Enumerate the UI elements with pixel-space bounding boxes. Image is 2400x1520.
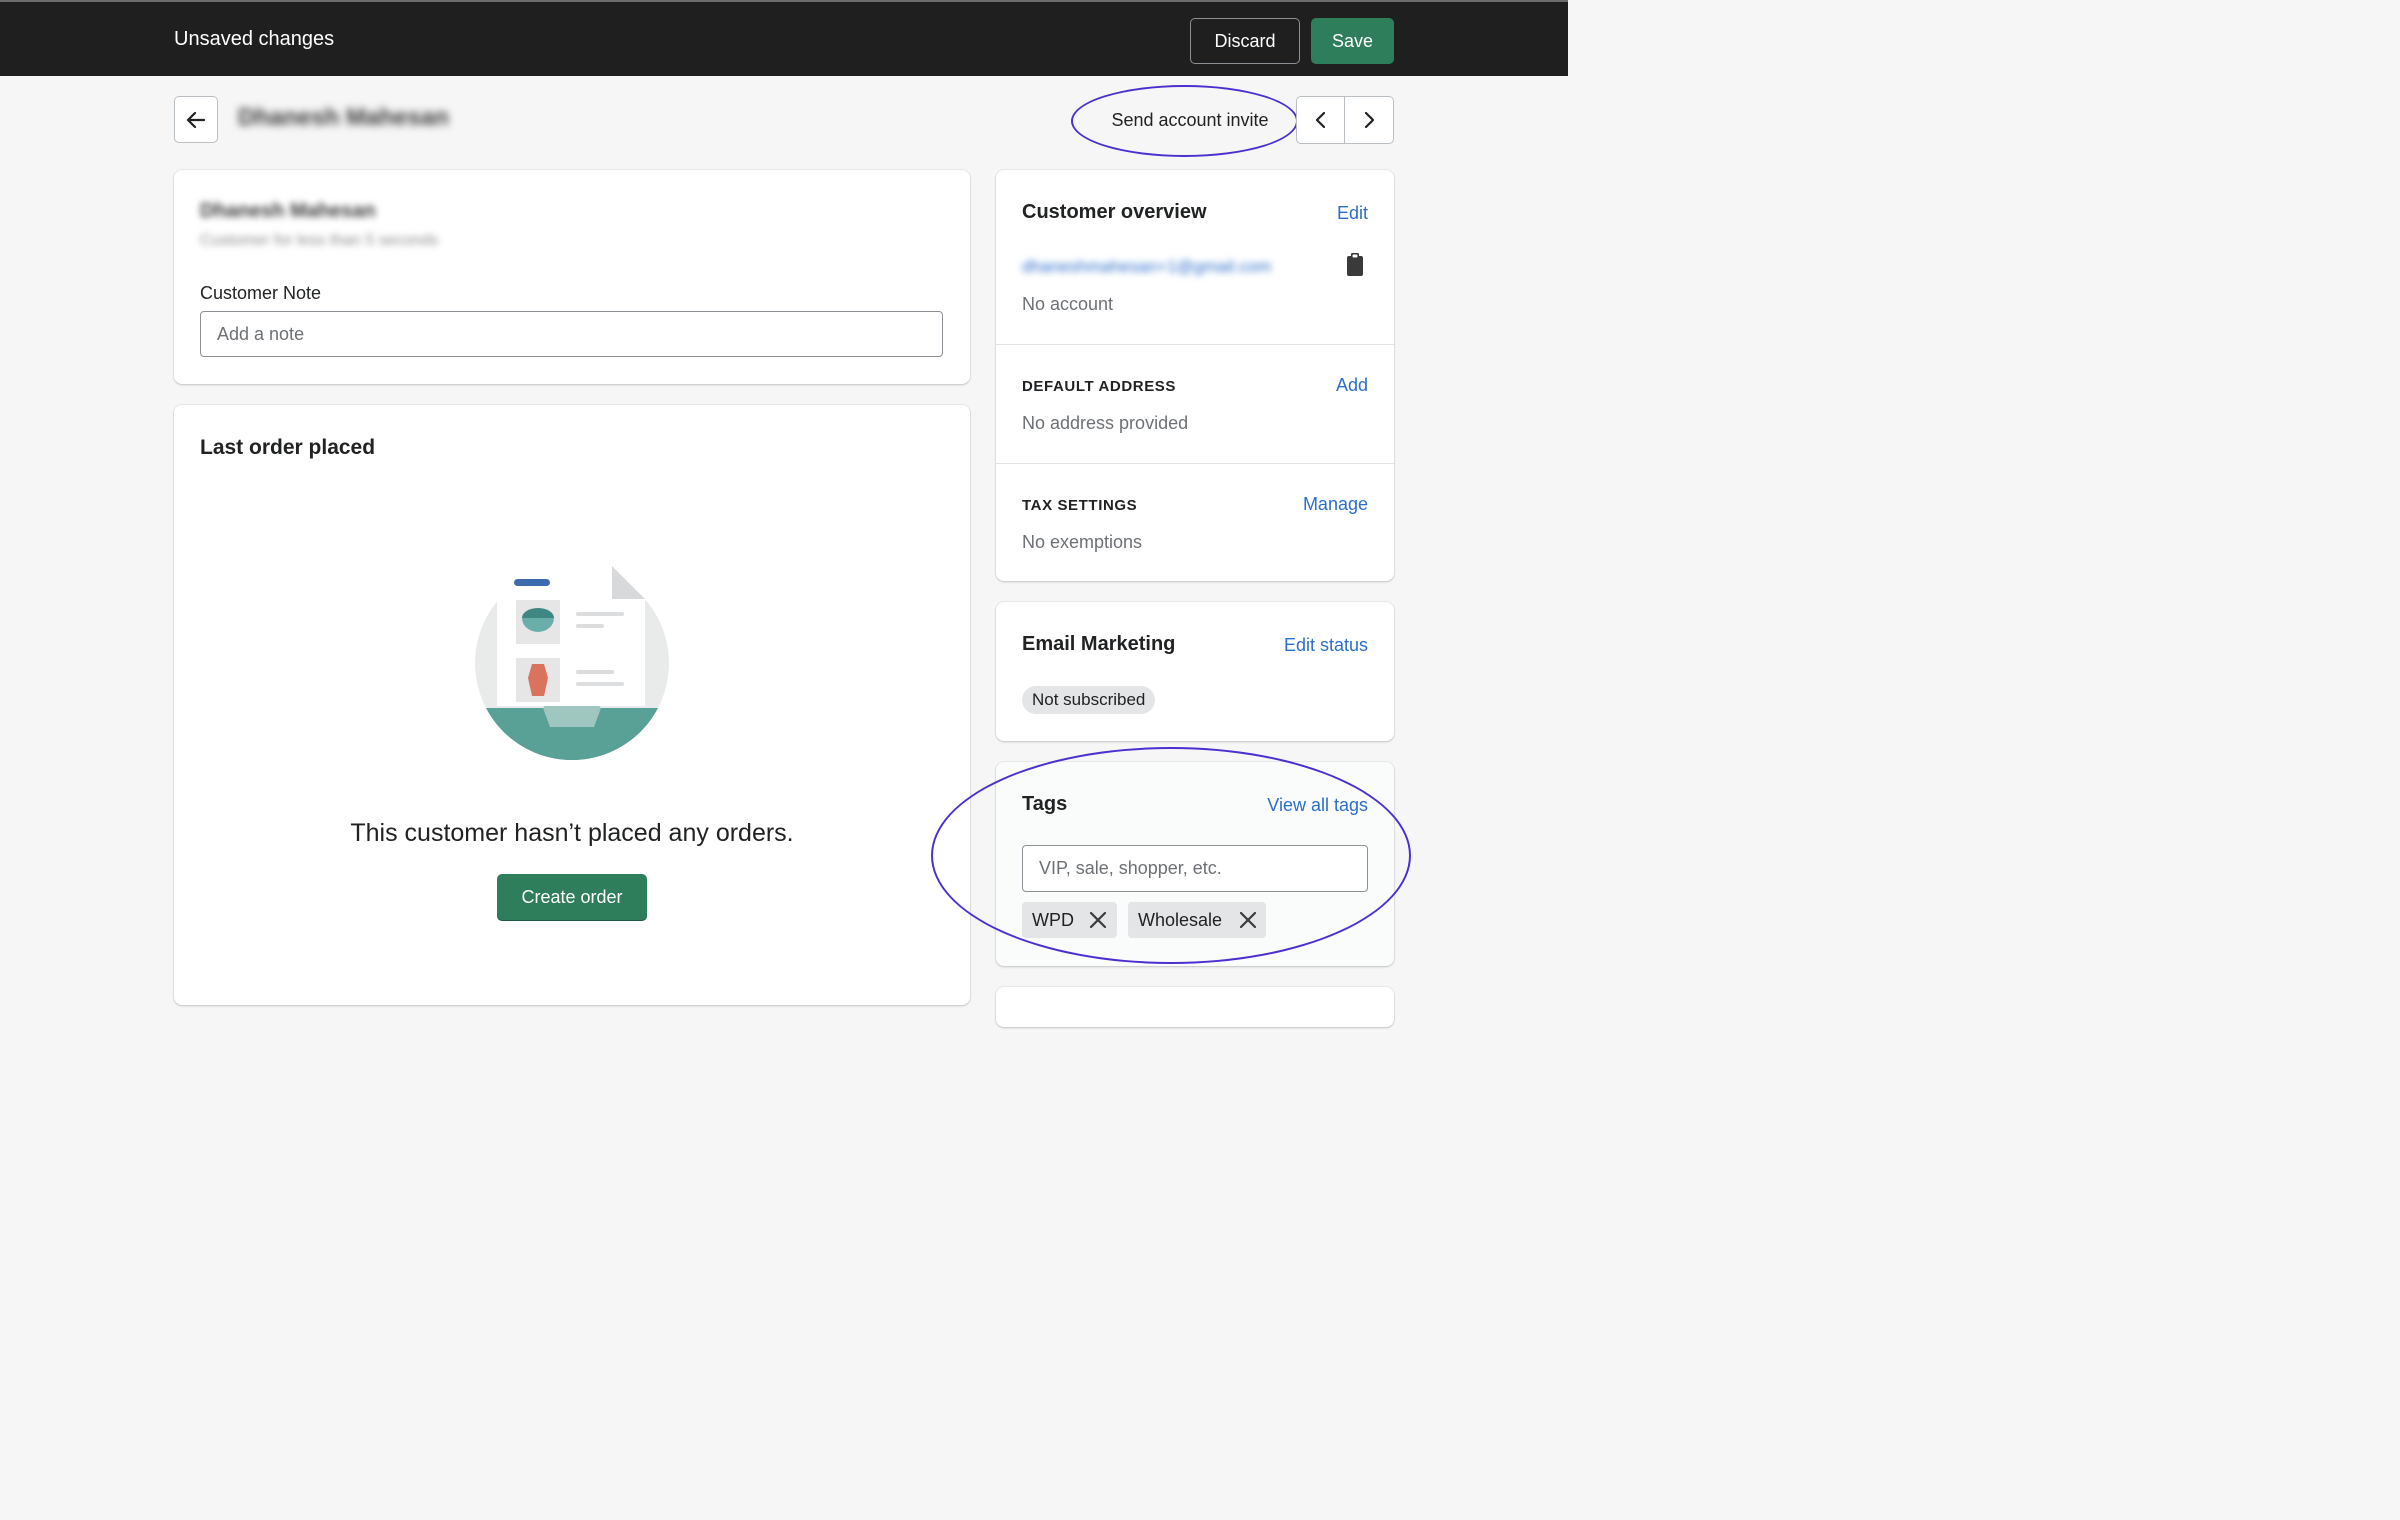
discard-button[interactable]: Discard bbox=[1190, 18, 1300, 64]
last-order-title: Last order placed bbox=[200, 436, 376, 459]
address-value: No address provided bbox=[1022, 413, 1189, 433]
customer-overview-title: Customer overview bbox=[1022, 201, 1207, 223]
back-button[interactable] bbox=[174, 96, 218, 143]
customer-pagination bbox=[1296, 96, 1394, 144]
clipboard-icon[interactable] bbox=[1346, 253, 1364, 277]
customer-name: Dhanesh Mahesan bbox=[200, 200, 376, 222]
divider bbox=[996, 344, 1394, 345]
create-order-button[interactable]: Create order bbox=[497, 874, 647, 921]
last-order-card: Last order placed This customer hasn’t p… bbox=[174, 405, 970, 1005]
email-marketing-card: Email Marketing Edit status Not subscrib… bbox=[996, 602, 1394, 741]
subscription-status-badge: Not subscribed bbox=[1022, 686, 1156, 714]
unsaved-changes-bar: Unsaved changes Discard Save bbox=[0, 0, 1568, 76]
account-status: No account bbox=[1022, 294, 1114, 314]
page-title: Dhanesh Mahesan bbox=[238, 104, 449, 131]
unsaved-changes-title: Unsaved changes bbox=[174, 28, 335, 50]
tax-settings-heading: TAX SETTINGS bbox=[1022, 497, 1138, 514]
divider bbox=[996, 463, 1394, 464]
email-marketing-title: Email Marketing bbox=[1022, 633, 1176, 655]
save-button[interactable]: Save bbox=[1311, 18, 1394, 64]
previous-customer-button[interactable] bbox=[1297, 97, 1346, 143]
tax-manage-link[interactable]: Manage bbox=[1303, 494, 1368, 515]
default-address-heading: DEFAULT ADDRESS bbox=[1022, 378, 1177, 395]
customer-note-input[interactable] bbox=[200, 311, 943, 357]
customer-summary-card: Dhanesh Mahesan Customer for less than 5… bbox=[174, 170, 970, 384]
next-card-partial bbox=[996, 987, 1394, 1027]
address-add-link[interactable]: Add bbox=[1336, 375, 1368, 396]
edit-status-link[interactable]: Edit status bbox=[1284, 635, 1368, 656]
annotation-circle bbox=[1071, 85, 1298, 157]
customer-overview-card: Customer overview Edit dhaneshmahesan+1@… bbox=[996, 170, 1394, 581]
chevron-right-icon bbox=[1364, 111, 1375, 129]
arrow-left-icon bbox=[186, 111, 206, 128]
overview-edit-link[interactable]: Edit bbox=[1337, 203, 1368, 224]
customer-email[interactable]: dhaneshmahesan+1@gmail.com bbox=[1022, 257, 1271, 277]
customer-note-label: Customer Note bbox=[200, 283, 322, 303]
empty-orders-illustration bbox=[475, 566, 669, 760]
tax-value: No exemptions bbox=[1022, 532, 1143, 552]
empty-orders-message: This customer hasn’t placed any orders. bbox=[350, 819, 794, 847]
next-customer-button[interactable] bbox=[1345, 97, 1393, 143]
chevron-left-icon bbox=[1315, 111, 1325, 129]
customer-since: Customer for less than 5 seconds bbox=[200, 232, 439, 249]
annotation-circle bbox=[931, 747, 1411, 964]
